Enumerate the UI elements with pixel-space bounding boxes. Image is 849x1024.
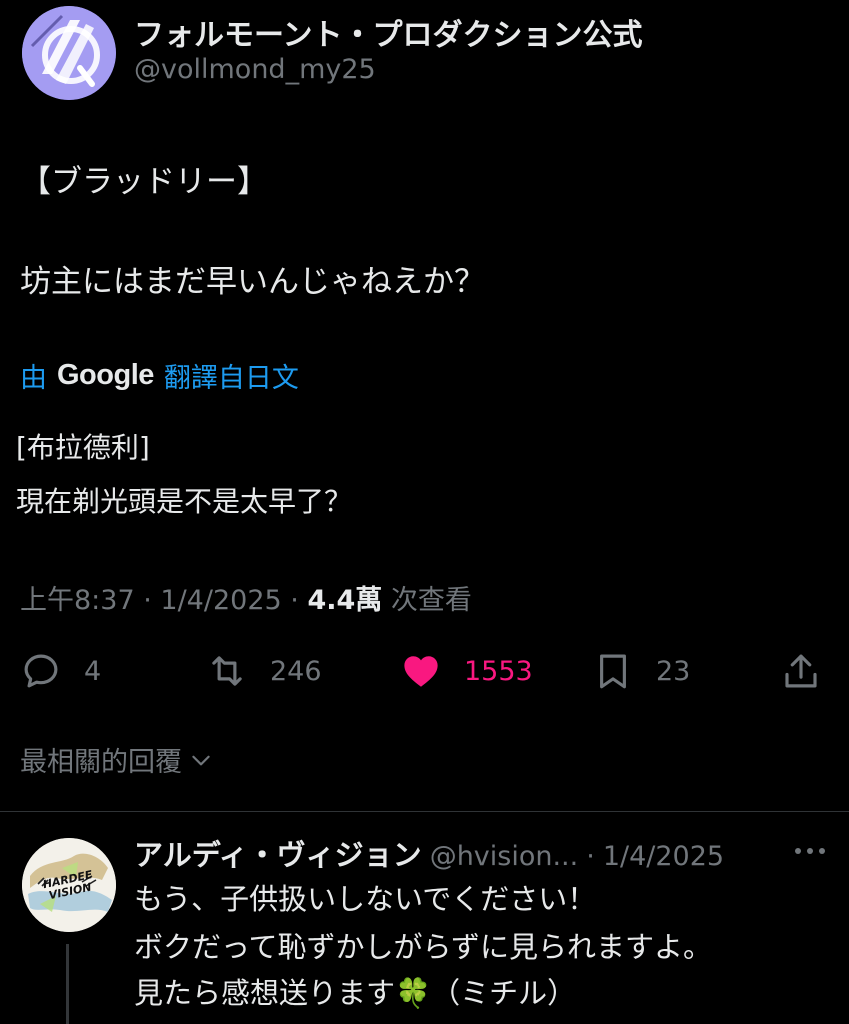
- view-count-label: 次查看: [390, 585, 472, 616]
- share-button[interactable]: [780, 650, 822, 692]
- post-meta: 上午8:37 · 1/4/2025 · 4.4萬 次查看: [20, 585, 472, 616]
- retweet-button[interactable]: 246: [206, 650, 322, 692]
- more-icon: [795, 848, 825, 854]
- translation-source-label: 翻譯自日文: [163, 363, 299, 394]
- reply-author-handle[interactable]: @hvision...: [430, 841, 579, 872]
- reply-count: 4: [84, 655, 102, 687]
- reply-button[interactable]: 4: [20, 650, 101, 692]
- bookmark-count: 23: [656, 655, 691, 687]
- google-wordmark: Google: [57, 359, 154, 391]
- bookmark-icon: [600, 654, 626, 689]
- author-avatar[interactable]: [22, 6, 116, 100]
- like-count: 1553: [464, 655, 533, 687]
- translation-notice[interactable]: 由 Google 翻譯自日文: [20, 356, 299, 395]
- reply-text-line-3: 見たら感想送ります🍀（ミチル）: [134, 976, 577, 1010]
- reply-separator: ·: [586, 841, 595, 872]
- translated-text-line-2: 現在剃光頭是不是太早了？: [16, 485, 353, 518]
- bookmark-button[interactable]: 23: [592, 650, 690, 692]
- chevron-down-icon: [192, 755, 210, 765]
- retweet-count: 246: [270, 655, 322, 687]
- post-text-line-2: 坊主にはまだ早いんじゃねえか？: [20, 264, 485, 300]
- translated-text-line-1: [布拉德利]: [16, 431, 150, 464]
- reply-author-name[interactable]: アルディ・ヴィジョン: [134, 832, 422, 874]
- thread-connector-line: [66, 944, 69, 1024]
- post-time[interactable]: 上午8:37: [20, 585, 135, 616]
- replies-sort-dropdown[interactable]: 最相關的回覆: [20, 740, 214, 779]
- reply-date[interactable]: 1/4/2025: [603, 841, 724, 872]
- author-handle[interactable]: @vollmond_my25: [134, 54, 376, 85]
- retweet-icon: [212, 656, 242, 686]
- reply-header: アルディ・ヴィジョン @hvision... · 1/4/2025: [134, 832, 724, 874]
- divider: [0, 811, 849, 812]
- author-logo: [22, 6, 116, 100]
- translation-prefix: 由: [20, 363, 47, 394]
- reply-icon: [24, 654, 58, 688]
- post-date[interactable]: 1/4/2025: [160, 585, 281, 616]
- reply-author-avatar[interactable]: HARDEE VISION: [22, 838, 116, 932]
- share-icon: [785, 654, 817, 688]
- reply-text-line-2: ボクだって恥ずかしがらずに見られますよ。: [134, 930, 712, 964]
- like-icon: [404, 656, 438, 687]
- replies-sort-label: 最相關的回覆: [20, 747, 182, 778]
- post-text-line-1: 【ブラッドリー】: [20, 164, 268, 200]
- like-button[interactable]: 1553: [400, 650, 533, 692]
- author-display-name[interactable]: フォルモーント・プロダクション公式: [134, 10, 643, 54]
- reply-text-line-1: もう、子供扱いしないでください！: [134, 882, 597, 916]
- reply-more-button[interactable]: [790, 836, 830, 866]
- view-count: 4.4萬: [307, 585, 383, 616]
